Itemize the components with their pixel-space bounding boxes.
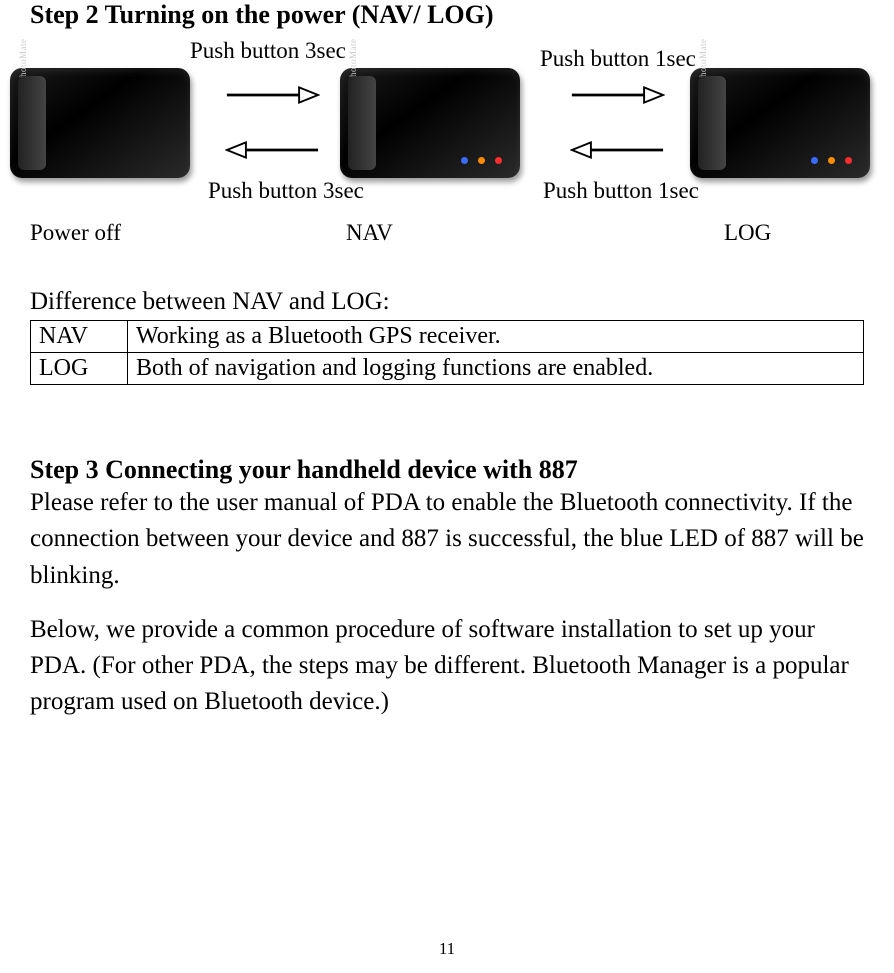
arrow2-top-label: Push button 1sec — [540, 46, 696, 72]
state-nav-label: NAV — [346, 220, 393, 246]
device-log-image: photoMate — [690, 68, 870, 178]
arrow-left-1 — [225, 138, 320, 167]
state-log-label: LOG — [724, 220, 771, 246]
diff-key: LOG — [31, 353, 128, 385]
difference-table: NAV Working as a Bluetooth GPS receiver.… — [30, 320, 864, 385]
arrow2-bottom-label: Push button 1sec — [543, 178, 699, 204]
arrow1-bottom-label: Push button 3sec — [208, 178, 364, 204]
arrow1-top-label: Push button 3sec — [190, 38, 346, 64]
diff-key: NAV — [31, 321, 128, 353]
step3-para1: Please refer to the user manual of PDA t… — [30, 485, 864, 594]
power-diagram: Push button 3sec Push button 1sec photoM… — [30, 38, 864, 248]
table-row: NAV Working as a Bluetooth GPS receiver. — [31, 321, 864, 353]
step3-title: Step 3 Connecting your handheld device w… — [30, 455, 864, 485]
diff-desc: Both of navigation and logging functions… — [128, 353, 864, 385]
device-poweroff-image: photoMate — [10, 68, 190, 178]
arrow-right-2 — [570, 83, 665, 112]
step3-para2: Below, we provide a common procedure of … — [30, 612, 864, 721]
device-nav-image: photoMate — [340, 68, 520, 178]
table-row: LOG Both of navigation and logging funct… — [31, 353, 864, 385]
state-poweroff-label: Power off — [30, 220, 121, 246]
step2-title: Step 2 Turning on the power (NAV/ LOG) — [30, 0, 864, 30]
arrow-right-1 — [225, 83, 320, 112]
difference-title: Difference between NAV and LOG: — [30, 288, 864, 316]
arrow-left-2 — [570, 138, 665, 167]
diff-desc: Working as a Bluetooth GPS receiver. — [128, 321, 864, 353]
page-number: 11 — [0, 939, 894, 959]
